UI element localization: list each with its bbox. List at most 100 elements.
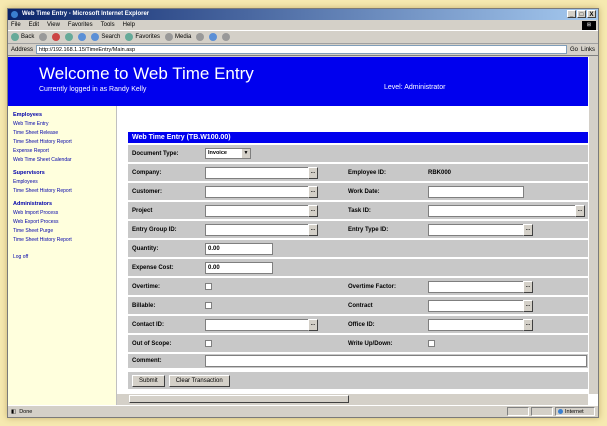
company-input[interactable]: ... bbox=[205, 166, 318, 179]
overtime-checkbox[interactable] bbox=[205, 283, 212, 290]
form-row: Contact ID: ... Office ID: ... bbox=[128, 316, 591, 335]
overtime-factor-lookup-button[interactable]: ... bbox=[523, 280, 533, 293]
project-input[interactable]: ... bbox=[205, 204, 318, 217]
write-up-down-label: Write Up/Down: bbox=[344, 335, 424, 352]
address-input[interactable]: http://192.168.1.15/TimeEntry/Main.asp bbox=[36, 45, 567, 54]
favorites-button[interactable]: Favorites bbox=[125, 31, 160, 44]
go-button[interactable]: Go bbox=[570, 47, 578, 53]
sidebar-link-web-import[interactable]: Web Import Process bbox=[13, 209, 116, 218]
home-button[interactable] bbox=[78, 33, 87, 41]
media-button[interactable]: Media bbox=[165, 31, 191, 44]
windows-logo-icon: ⊞ bbox=[582, 21, 596, 30]
menu-tools[interactable]: Tools bbox=[101, 20, 115, 30]
billable-checkbox[interactable] bbox=[205, 302, 212, 309]
address-bar: Address http://192.168.1.15/TimeEntry/Ma… bbox=[8, 44, 598, 56]
menu-favorites[interactable]: Favorites bbox=[68, 20, 93, 30]
user-level: Level: Administrator bbox=[384, 84, 446, 91]
form-row: Comment: bbox=[128, 354, 591, 370]
contact-id-input[interactable]: ... bbox=[205, 318, 318, 331]
entry-type-id-label: Entry Type ID: bbox=[344, 221, 424, 238]
stop-button[interactable] bbox=[52, 33, 61, 41]
title-bar: Web Time Entry - Microsoft Internet Expl… bbox=[8, 9, 598, 20]
comment-input[interactable] bbox=[205, 355, 587, 367]
task-lookup-button[interactable]: ... bbox=[575, 204, 585, 217]
sidebar-link-time-sheet-history[interactable]: Time Sheet History Report bbox=[13, 138, 116, 147]
expense-cost-input[interactable]: 0.00 bbox=[205, 261, 273, 274]
customer-input[interactable]: ... bbox=[205, 185, 318, 198]
time-entry-form: Web Time Entry (TB.W100.00) Document Typ… bbox=[128, 132, 591, 389]
company-lookup-button[interactable]: ... bbox=[308, 166, 318, 179]
star-icon bbox=[125, 33, 134, 41]
sidebar-link-admin-history[interactable]: Time Sheet History Report bbox=[13, 236, 116, 245]
refresh-button[interactable] bbox=[65, 33, 74, 41]
overtime-label: Overtime: bbox=[128, 278, 201, 295]
entry-group-id-label: Entry Group ID: bbox=[128, 221, 201, 238]
contract-label: Contract bbox=[344, 297, 424, 314]
links-button[interactable]: Links bbox=[581, 47, 595, 53]
work-date-label: Work Date: bbox=[344, 183, 424, 200]
history-button[interactable] bbox=[196, 33, 205, 41]
sidebar-link-web-export[interactable]: Web Export Process bbox=[13, 218, 116, 227]
office-lookup-button[interactable]: ... bbox=[523, 318, 533, 331]
close-button[interactable]: X bbox=[587, 10, 596, 18]
sidebar-link-web-time-entry[interactable]: Web Time Entry bbox=[13, 120, 116, 129]
quantity-input[interactable]: 0.00 bbox=[205, 242, 273, 255]
document-type-select[interactable]: Invoice ▼ bbox=[205, 148, 251, 159]
sidebar-link-time-sheet-calendar[interactable]: Web Time Sheet Calendar bbox=[13, 156, 116, 165]
project-lookup-button[interactable]: ... bbox=[308, 204, 318, 217]
history-icon bbox=[196, 33, 205, 41]
back-arrow-icon bbox=[11, 33, 19, 41]
entry-type-lookup-button[interactable]: ... bbox=[523, 223, 533, 236]
menu-view[interactable]: View bbox=[47, 20, 60, 30]
write-up-down-checkbox[interactable] bbox=[428, 340, 435, 347]
overtime-factor-input[interactable]: ... bbox=[428, 280, 533, 293]
refresh-icon bbox=[65, 33, 74, 41]
page-viewport: Welcome to Web Time Entry Currently logg… bbox=[8, 57, 598, 405]
project-label: Project bbox=[128, 202, 201, 219]
task-id-input[interactable]: ... bbox=[428, 204, 585, 217]
form-row: Customer: ... Work Date: bbox=[128, 183, 591, 202]
maximize-button[interactable]: □ bbox=[577, 10, 586, 18]
form-row: Overtime: Overtime Factor: ... bbox=[128, 278, 591, 297]
scroll-thumb[interactable] bbox=[129, 395, 349, 403]
print-button[interactable] bbox=[222, 33, 231, 41]
form-actions: Submit Clear Transaction bbox=[128, 372, 591, 389]
mail-button[interactable] bbox=[209, 33, 218, 41]
media-icon bbox=[165, 33, 174, 41]
menu-help[interactable]: Help bbox=[123, 20, 135, 30]
submit-button[interactable]: Submit bbox=[132, 374, 165, 387]
sidebar-link-time-sheet-purge[interactable]: Time Sheet Purge bbox=[13, 227, 116, 236]
sidebar-section-employees: Employees bbox=[13, 112, 43, 118]
menu-edit[interactable]: Edit bbox=[29, 20, 39, 30]
vertical-scrollbar[interactable] bbox=[588, 57, 598, 394]
contract-input[interactable]: ... bbox=[428, 299, 533, 312]
stop-icon bbox=[52, 33, 61, 41]
entry-group-id-input[interactable]: ... bbox=[205, 223, 318, 236]
form-header: Web Time Entry (TB.W100.00) bbox=[128, 132, 591, 143]
clear-transaction-button[interactable]: Clear Transaction bbox=[168, 374, 230, 387]
forward-arrow-icon bbox=[39, 33, 48, 41]
entry-type-id-input[interactable]: ... bbox=[428, 223, 533, 236]
toolbar: Back Search Favorites Media bbox=[8, 31, 598, 44]
sidebar-link-time-sheet-release[interactable]: Time Sheet Release bbox=[13, 129, 116, 138]
forward-button[interactable] bbox=[39, 33, 48, 41]
minimize-button[interactable]: _ bbox=[567, 10, 576, 18]
internet-zone-indicator: Internet bbox=[555, 407, 595, 416]
search-button[interactable]: Search bbox=[91, 31, 120, 44]
form-row: Entry Group ID: ... Entry Type ID: ... bbox=[128, 221, 591, 240]
out-of-scope-checkbox[interactable] bbox=[205, 340, 212, 347]
back-button[interactable]: Back bbox=[11, 31, 34, 44]
contact-lookup-button[interactable]: ... bbox=[308, 318, 318, 331]
logoff-link[interactable]: Log off bbox=[13, 253, 116, 262]
office-id-input[interactable]: ... bbox=[428, 318, 533, 331]
contract-lookup-button[interactable]: ... bbox=[523, 299, 533, 312]
customer-lookup-button[interactable]: ... bbox=[308, 185, 318, 198]
menu-file[interactable]: File bbox=[11, 20, 21, 30]
home-icon bbox=[78, 33, 87, 41]
sidebar-link-expense-report[interactable]: Expense Report bbox=[13, 147, 116, 156]
work-date-input[interactable] bbox=[428, 185, 524, 198]
entry-group-lookup-button[interactable]: ... bbox=[308, 223, 318, 236]
sidebar-link-employees[interactable]: Employees bbox=[13, 178, 116, 187]
horizontal-scrollbar[interactable] bbox=[117, 394, 588, 405]
sidebar-link-supervisor-history[interactable]: Time Sheet History Report bbox=[13, 187, 116, 196]
